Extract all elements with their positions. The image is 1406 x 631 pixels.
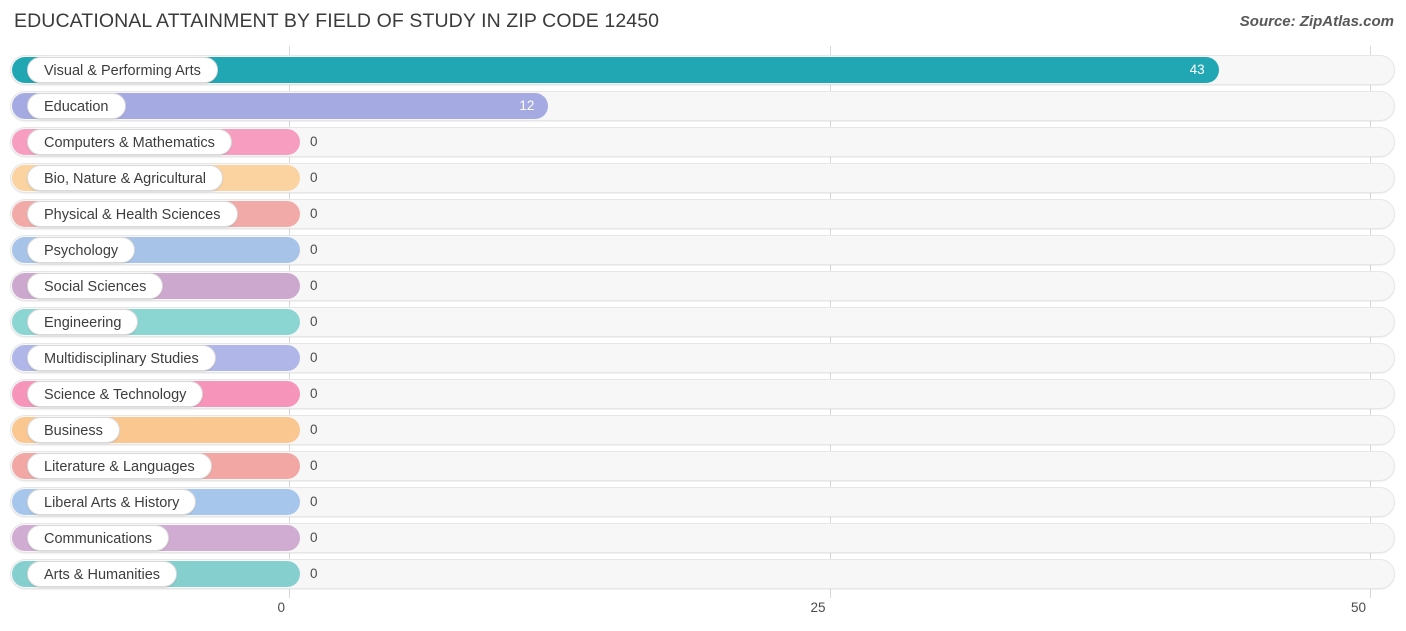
bar-row: 43 Visual & Performing Arts (10, 55, 1395, 85)
bar-value-label: 0 (310, 134, 318, 149)
x-tick-label: 25 (810, 600, 826, 615)
bar-value-label: 0 (310, 530, 318, 545)
chart-header: EDUCATIONAL ATTAINMENT BY FIELD OF STUDY… (0, 0, 1406, 46)
bar-value-label: 0 (310, 314, 318, 329)
x-axis: 0 25 50 (0, 598, 1406, 631)
category-label: Engineering (27, 309, 139, 335)
category-label: Visual & Performing Arts (27, 57, 218, 83)
bar-row: 0 Social Sciences (10, 271, 1395, 301)
bar-value-label: 0 (310, 278, 318, 293)
page-title: EDUCATIONAL ATTAINMENT BY FIELD OF STUDY… (14, 10, 660, 32)
category-label: Bio, Nature & Agricultural (27, 165, 223, 191)
category-label: Literature & Languages (27, 453, 212, 479)
x-tick-label: 50 (1350, 600, 1366, 615)
bar-value-label: 0 (310, 170, 318, 185)
x-tick-label: 0 (277, 600, 285, 615)
category-label: Arts & Humanities (27, 561, 178, 587)
category-label: Multidisciplinary Studies (27, 345, 216, 371)
category-label: Education (27, 93, 126, 119)
bar-row: 0 Literature & Languages (10, 451, 1395, 481)
category-label: Communications (27, 525, 169, 551)
source-attribution: Source: ZipAtlas.com (1239, 13, 1394, 30)
bar-row: 0 Computers & Mathematics (10, 127, 1395, 157)
bar-value-label: 0 (310, 350, 318, 365)
chart-plot-area: 43 Visual & Performing Arts 12 Education 0 Co… (0, 46, 1406, 598)
category-label: Business (27, 417, 120, 443)
bar-value-label: 0 (310, 566, 318, 581)
category-label: Science & Technology (27, 381, 204, 407)
bar-value-label: 0 (310, 494, 318, 509)
bar-row: 0 Science & Technology (10, 379, 1395, 409)
bar-value-label: 0 (310, 422, 318, 437)
category-label: Computers & Mathematics (27, 129, 232, 155)
bar-row: 0 Arts & Humanities (10, 559, 1395, 589)
bar-row: 0 Bio, Nature & Agricultural (10, 163, 1395, 193)
category-label: Social Sciences (27, 273, 164, 299)
bar-value-label: 0 (310, 458, 318, 473)
bar-value-label: 12 (519, 98, 535, 113)
bar-value-label: 0 (310, 242, 318, 257)
category-label: Liberal Arts & History (27, 489, 197, 515)
category-label: Psychology (27, 237, 136, 263)
bar-row: 0 Liberal Arts & History (10, 487, 1395, 517)
bar-value-label: 0 (310, 386, 318, 401)
bar-row: 0 Multidisciplinary Studies (10, 343, 1395, 373)
bar-row: 0 Psychology (10, 235, 1395, 265)
bar-value-label: 43 (1189, 62, 1205, 77)
bar-row: 12 Education (10, 91, 1395, 121)
bar-value-label: 0 (310, 206, 318, 221)
bar-row: 0 Business (10, 415, 1395, 445)
bar-row: 0 Engineering (10, 307, 1395, 337)
bar-row: 0 Physical & Health Sciences (10, 199, 1395, 229)
category-label: Physical & Health Sciences (27, 201, 238, 227)
bar-row: 0 Communications (10, 523, 1395, 553)
